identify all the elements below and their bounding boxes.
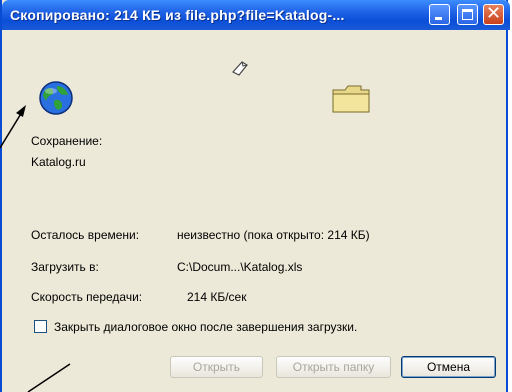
cancel-button[interactable]: Отмена (401, 356, 496, 378)
maximize-button[interactable] (457, 4, 478, 25)
flying-document-icon (232, 61, 248, 76)
download-dialog: Скопировано: 214 КБ из file.php?file=Kat… (0, 0, 510, 392)
download-to-label: Загрузить в: (31, 260, 99, 274)
download-to-path: C:\Docum...\Katalog.xls (177, 260, 303, 274)
close-button[interactable]: ✕ (483, 3, 504, 25)
close-when-done-checkbox[interactable] (34, 320, 47, 333)
time-left-value: неизвестно (пока открыто: 214 КБ) (177, 228, 370, 242)
open-folder-button[interactable]: Открыть папку (276, 356, 391, 378)
maximize-icon (462, 9, 473, 20)
close-when-done-label[interactable]: Закрыть диалоговое окно после завершения… (54, 320, 357, 334)
open-button[interactable]: Открыть (170, 356, 263, 378)
minimize-icon (435, 17, 442, 20)
speed-value: 214 КБ/сек (187, 290, 247, 304)
minimize-button[interactable] (429, 4, 450, 25)
globe-icon (39, 81, 73, 115)
close-icon: ✕ (486, 3, 502, 24)
title-bar[interactable]: Скопировано: 214 КБ из file.php?file=Kat… (2, 0, 510, 30)
speed-label: Скорость передачи: (31, 290, 143, 304)
window-title: Скопировано: 214 КБ из file.php?file=Kat… (10, 7, 345, 23)
source-host: Katalog.ru (31, 155, 86, 169)
saving-label: Сохранение: (31, 134, 103, 148)
time-left-label: Осталось времени: (31, 228, 140, 242)
folder-icon (332, 85, 370, 113)
